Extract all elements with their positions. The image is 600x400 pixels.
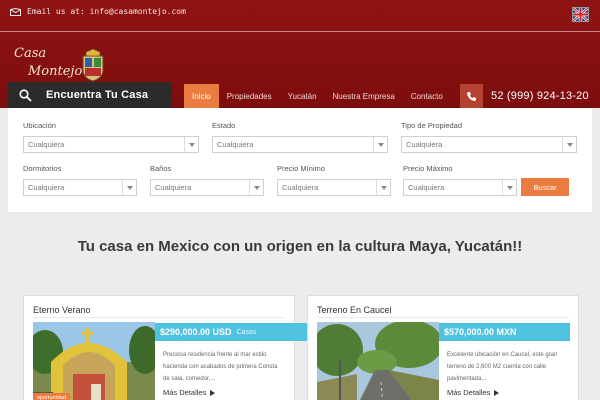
estado-select[interactable]: Cualquiera [212, 136, 388, 153]
chevron-down-icon [184, 137, 198, 152]
listing-type: Casas [236, 328, 257, 336]
top-bar: Email us at: info@casamontejo.com [0, 0, 600, 32]
precio-min-value: Cualquiera [282, 183, 319, 192]
find-home-title: Encuentra Tu Casa [46, 89, 149, 101]
more-details-label: Más Detalles [163, 388, 207, 397]
email-contact[interactable]: Email us at: info@casamontejo.com [10, 7, 186, 16]
chevron-right-icon [494, 389, 500, 396]
price-tag: $290,000.00 USD Casas [155, 323, 307, 341]
find-home-bar[interactable]: Encuentra Tu Casa [8, 82, 172, 108]
more-details-label: Más Detalles [447, 388, 491, 397]
estado-label: Estado [212, 121, 236, 130]
divider [317, 317, 569, 318]
listing-card: Terreno En Caucel $570,000.00 MXN Excele… [307, 295, 579, 400]
more-details-link[interactable]: Más Detalles [447, 388, 500, 397]
listing-photo[interactable] [317, 322, 439, 400]
ubicacion-value: Cualquiera [28, 140, 65, 149]
nav-item-yucatan[interactable]: Yucatán [280, 84, 325, 108]
phone-number: 52 (999) 924-13-20 [491, 90, 589, 102]
listing-price: $570,000.00 MXN [444, 327, 517, 337]
precio-max-value: Cualquiera [408, 183, 445, 192]
ubicacion-label: Ubicación [23, 121, 56, 130]
listing-price: $290,000.00 USD [160, 327, 232, 337]
chevron-down-icon [122, 180, 136, 195]
chevron-right-icon [210, 389, 216, 396]
listing-title[interactable]: Terreno En Caucel [317, 305, 392, 315]
logo-line-1: Casa [14, 46, 47, 61]
search-icon [19, 88, 32, 102]
main-nav: Inicio Propiedades Yucatán Nuestra Empre… [184, 84, 451, 108]
banos-value: Cualquiera [155, 183, 192, 192]
banos-select[interactable]: Cualquiera [150, 179, 264, 196]
chevron-down-icon [249, 180, 263, 195]
dormitorios-select[interactable]: Cualquiera [23, 179, 137, 196]
site-header: Email us at: info@casamontejo.com Casa M… [0, 0, 600, 108]
chevron-down-icon [373, 137, 387, 152]
property-search-form [8, 108, 592, 212]
listing-description: Excelente ubicación en Caucel, este gran… [447, 352, 558, 382]
estado-value: Cualquiera [217, 140, 254, 149]
listing-photo[interactable]: oportunidad [33, 322, 155, 400]
logo-line-2: Montejo [28, 64, 83, 79]
chevron-down-icon [562, 137, 576, 152]
listing-card: Eterno Verano oportunidad $290,000.00 US… [23, 295, 307, 400]
more-details-link[interactable]: Más Detalles [163, 388, 216, 397]
chevron-down-icon [502, 180, 516, 195]
land-plot-photo [317, 322, 439, 400]
tipo-label: Tipo de Propiedad [401, 121, 463, 130]
listing-title[interactable]: Eterno Verano [33, 305, 91, 315]
phone-icon-box [460, 84, 483, 108]
phone-icon [467, 91, 476, 101]
phone-contact[interactable]: 52 (999) 924-13-20 [460, 84, 600, 108]
tipo-value: Cualquiera [406, 140, 443, 149]
hacienda-photo [33, 322, 155, 400]
listing-description: Preciosa residencia frente al mar estilo… [163, 352, 278, 382]
nav-item-nuestra-empresa[interactable]: Nuestra Empresa [325, 84, 403, 108]
precio-max-label: Precio Máximo [403, 164, 453, 173]
dormitorios-value: Cualquiera [28, 183, 65, 192]
page-headline: Tu casa en Mexico con un origen en la cu… [77, 238, 523, 255]
precio-max-select[interactable]: Cualquiera [403, 179, 517, 196]
nav-item-contacto[interactable]: Contacto [403, 84, 451, 108]
divider [33, 317, 285, 318]
banos-label: Baños [150, 164, 172, 173]
precio-min-select[interactable]: Cualquiera [277, 179, 391, 196]
email-text: Email us at: info@casamontejo.com [27, 7, 186, 16]
nav-item-propiedades[interactable]: Propiedades [219, 84, 280, 108]
buscar-button[interactable]: Buscar [521, 178, 569, 196]
chevron-down-icon [376, 180, 390, 195]
tipo-select[interactable]: Cualquiera [401, 136, 577, 153]
price-tag: $570,000.00 MXN [439, 323, 570, 341]
precio-min-label: Precio Mínimo [277, 164, 325, 173]
opportunity-badge: oportunidad [33, 393, 71, 400]
uk-flag-icon[interactable] [572, 7, 589, 22]
logo-wordmark: Casa Montejo [14, 46, 83, 79]
dormitorios-label: Dormitorios [23, 164, 62, 173]
envelope-icon [10, 7, 21, 16]
ubicacion-select[interactable]: Cualquiera [23, 136, 199, 153]
nav-item-inicio[interactable]: Inicio [184, 84, 219, 108]
site-logo[interactable]: Casa Montejo [14, 46, 106, 84]
coat-of-arms-icon [82, 48, 104, 82]
